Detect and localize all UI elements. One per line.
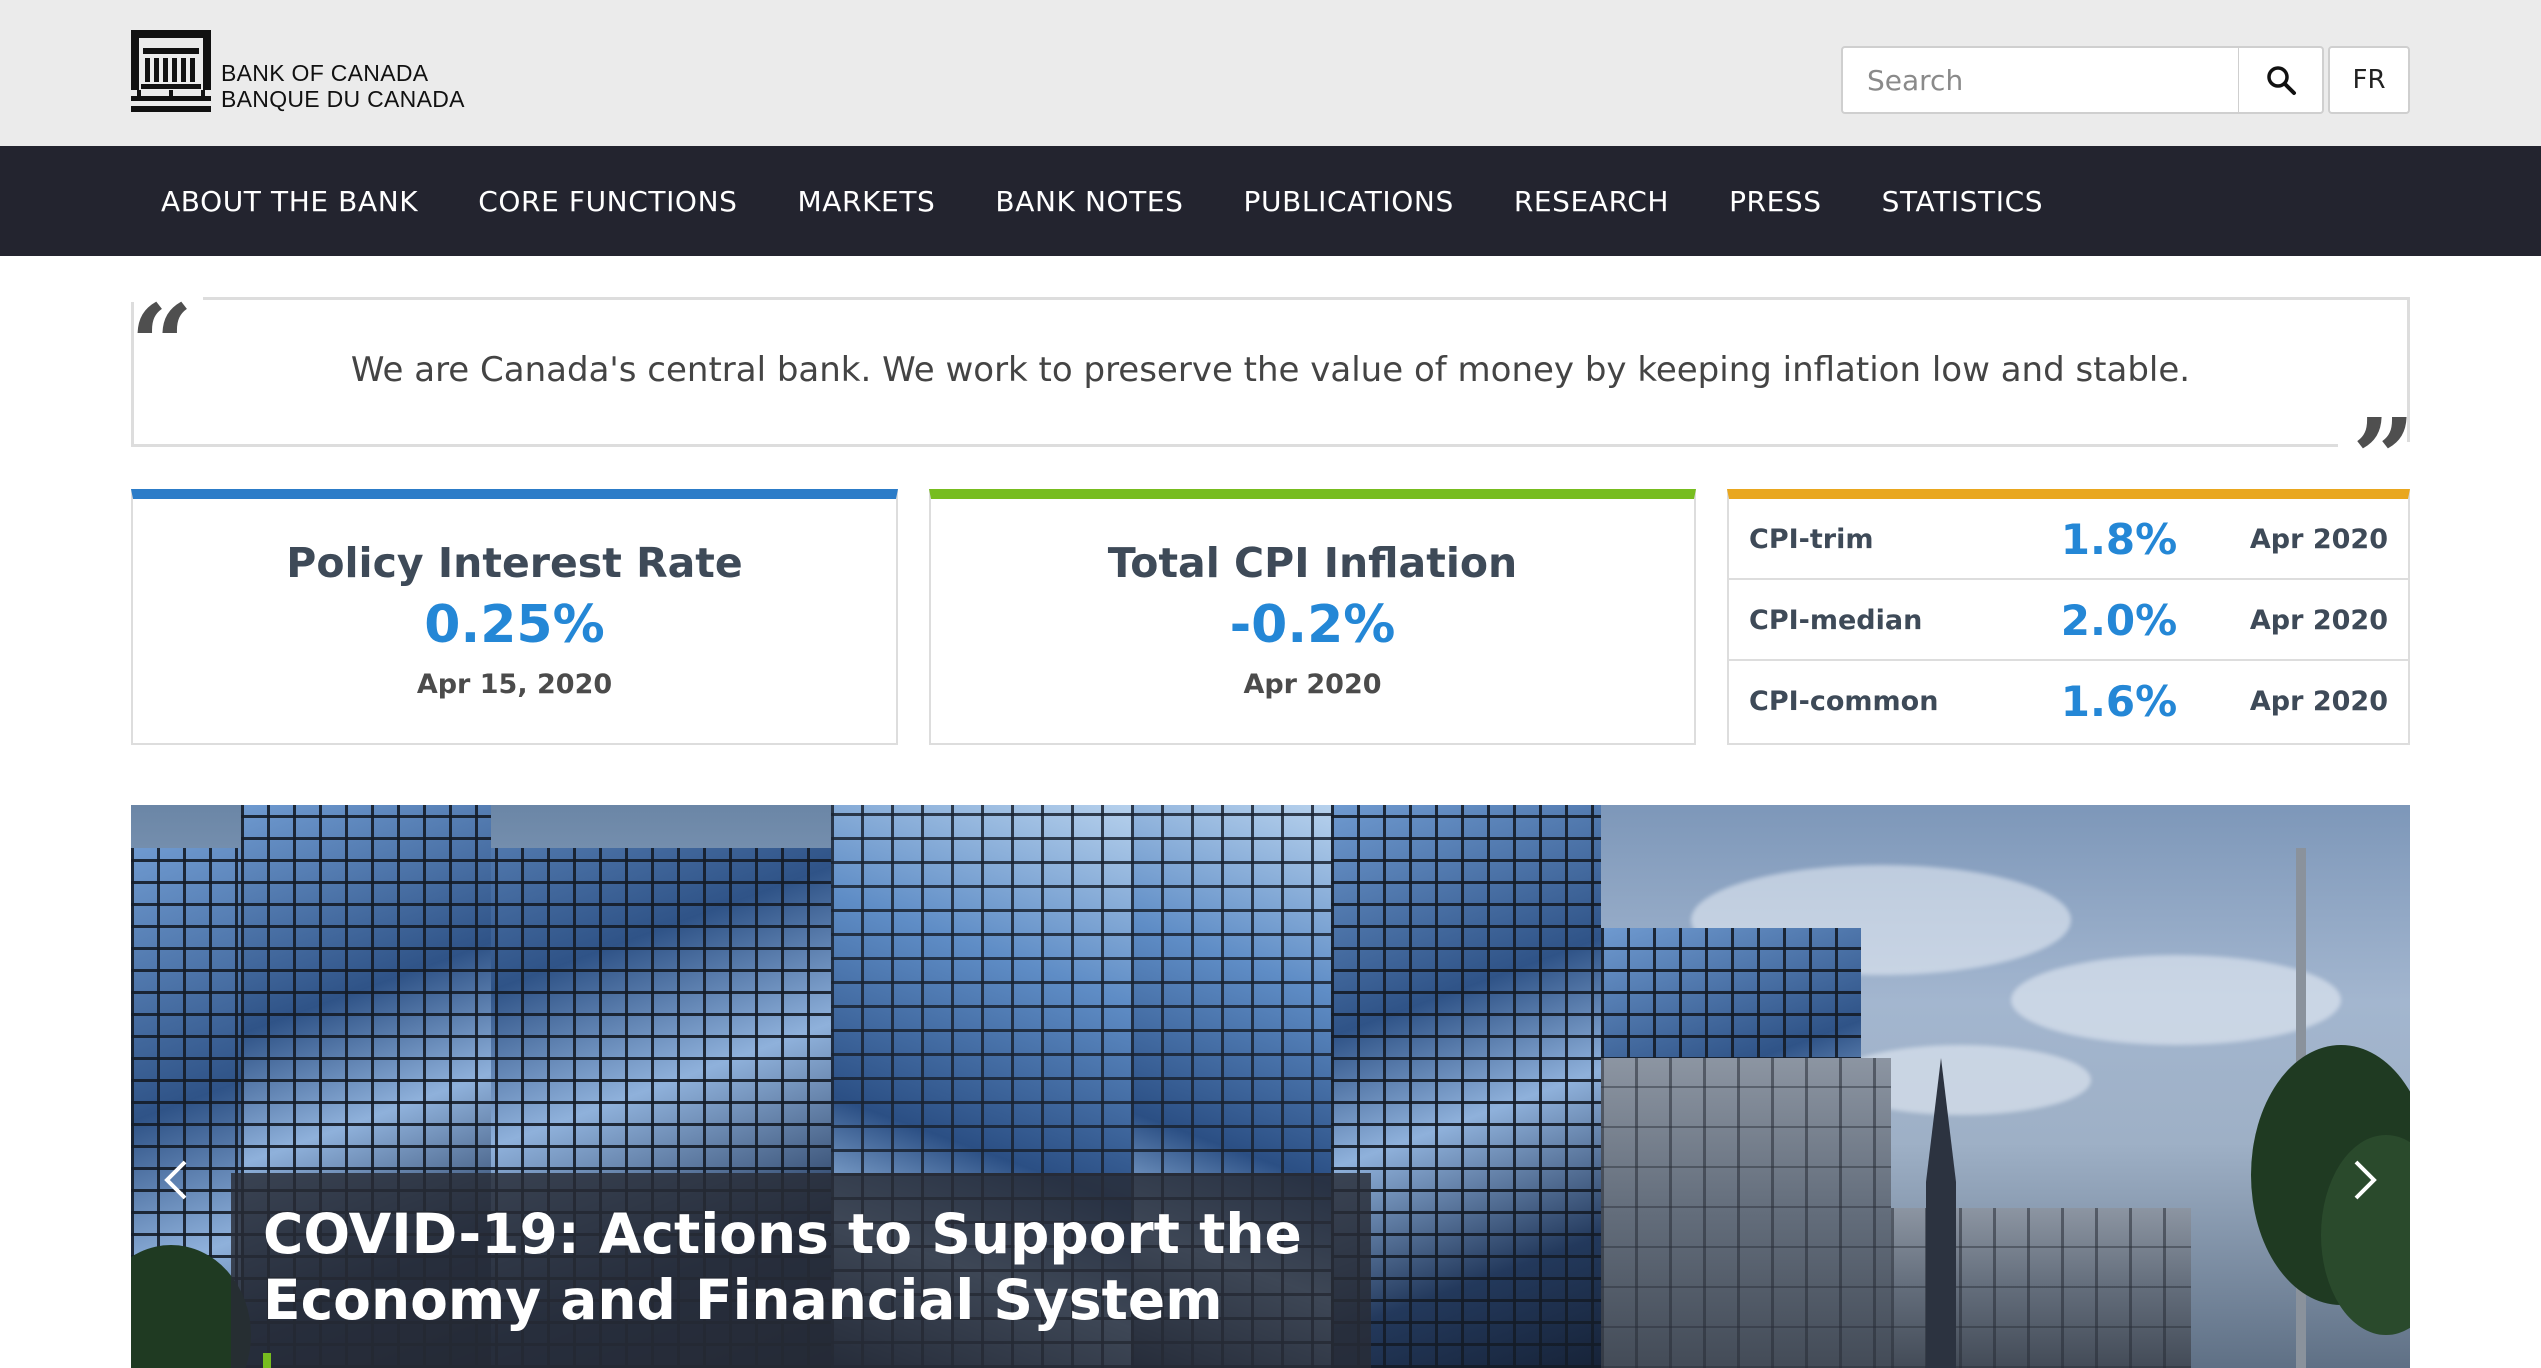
bank-logo[interactable]: BANK OF CANADA BANQUE DU CANADA bbox=[131, 30, 481, 114]
cpi-date: Apr 2020 bbox=[2249, 686, 2388, 717]
carousel-prev-button[interactable] bbox=[151, 1145, 201, 1215]
nav-item-markets[interactable]: MARKETS bbox=[768, 146, 966, 256]
total-cpi-value: -0.2% bbox=[1229, 595, 1396, 655]
policy-rate-date: Apr 15, 2020 bbox=[416, 669, 613, 700]
chevron-left-icon bbox=[164, 1160, 187, 1200]
carousel-next-button[interactable] bbox=[2340, 1145, 2390, 1215]
cpi-row-median[interactable]: CPI-median 2.0% Apr 2020 bbox=[1729, 580, 2408, 661]
language-toggle-button[interactable]: FR bbox=[2328, 46, 2410, 114]
cpi-row-trim[interactable]: CPI-trim 1.8% Apr 2020 bbox=[1729, 499, 2408, 580]
cpi-date: Apr 2020 bbox=[2249, 605, 2388, 636]
hero-caption-panel[interactable]: COVID-19: Actions to Support the Economy… bbox=[231, 1173, 1371, 1368]
mission-statement: We are Canada's central bank. We work to… bbox=[350, 350, 2191, 390]
close-quote-icon: ” bbox=[2352, 404, 2416, 484]
cpi-value: 1.8% bbox=[2060, 515, 2178, 564]
search-input[interactable] bbox=[1841, 46, 2240, 114]
hero-accent-bar bbox=[263, 1353, 271, 1368]
logo-text: BANK OF CANADA BANQUE DU CANADA bbox=[221, 60, 465, 112]
nav-item-about[interactable]: ABOUT THE BANK bbox=[131, 146, 448, 256]
hero-building bbox=[1331, 805, 1601, 1368]
cpi-name: CPI-trim bbox=[1749, 524, 1874, 555]
nav-item-research[interactable]: RESEARCH bbox=[1484, 146, 1699, 256]
hero-cloud bbox=[2011, 955, 2341, 1045]
nav-item-press[interactable]: PRESS bbox=[1699, 146, 1852, 256]
total-cpi-card[interactable]: Total CPI Inflation -0.2% Apr 2020 bbox=[929, 489, 1696, 745]
core-cpi-card: CPI-trim 1.8% Apr 2020 CPI-median 2.0% A… bbox=[1727, 489, 2410, 745]
cpi-value: 2.0% bbox=[2060, 596, 2178, 645]
nav-item-statistics[interactable]: STATISTICS bbox=[1852, 146, 2074, 256]
policy-rate-value: 0.25% bbox=[424, 595, 605, 655]
nav-item-publications[interactable]: PUBLICATIONS bbox=[1214, 146, 1484, 256]
search-icon bbox=[2266, 66, 2296, 95]
cpi-value: 1.6% bbox=[2060, 677, 2178, 726]
chevron-right-icon bbox=[2354, 1160, 2377, 1200]
total-cpi-date: Apr 2020 bbox=[1243, 669, 1382, 700]
hero-carousel: COVID-19: Actions to Support the Economy… bbox=[131, 805, 2410, 1368]
cpi-name: CPI-common bbox=[1749, 686, 1939, 717]
main-nav: ABOUT THE BANK CORE FUNCTIONS MARKETS BA… bbox=[0, 146, 2541, 256]
total-cpi-title: Total CPI Inflation bbox=[1107, 539, 1518, 587]
search-button[interactable] bbox=[2239, 46, 2324, 114]
policy-rate-card[interactable]: Policy Interest Rate 0.25% Apr 15, 2020 bbox=[131, 489, 898, 745]
logo-line-english: BANK OF CANADA bbox=[221, 60, 429, 86]
nav-item-core-functions[interactable]: CORE FUNCTIONS bbox=[448, 146, 767, 256]
cpi-row-common[interactable]: CPI-common 1.6% Apr 2020 bbox=[1729, 661, 2408, 742]
hero-building bbox=[1601, 1058, 1891, 1368]
bank-building-icon bbox=[131, 30, 211, 112]
policy-rate-title: Policy Interest Rate bbox=[286, 539, 743, 587]
cpi-date: Apr 2020 bbox=[2249, 524, 2388, 555]
hero-title[interactable]: COVID-19: Actions to Support the Economy… bbox=[263, 1201, 1343, 1333]
nav-item-bank-notes[interactable]: BANK NOTES bbox=[965, 146, 1213, 256]
logo-line-french: BANQUE DU CANADA bbox=[221, 86, 465, 112]
cpi-name: CPI-median bbox=[1749, 605, 1923, 636]
site-header: BANK OF CANADA BANQUE DU CANADA FR bbox=[0, 0, 2541, 146]
